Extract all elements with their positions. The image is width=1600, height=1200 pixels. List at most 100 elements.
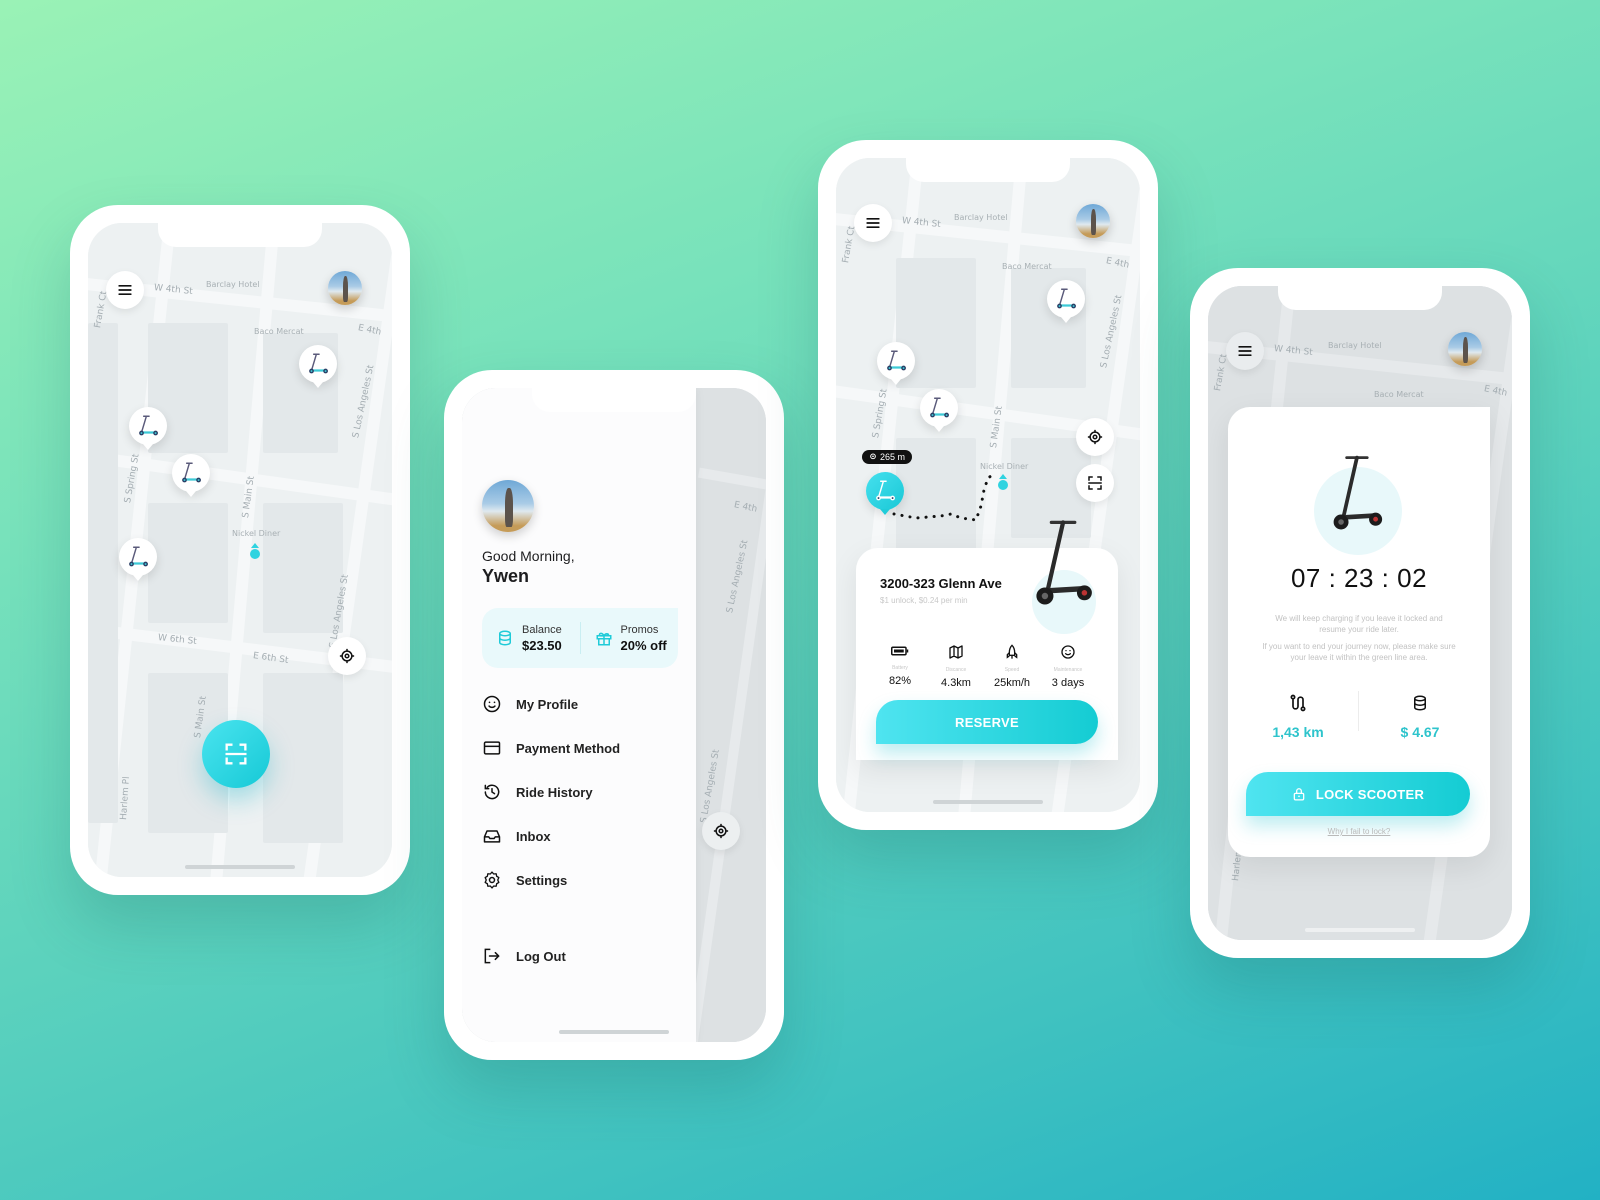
promos-value: 20% off	[620, 637, 667, 653]
scooter-pin[interactable]	[119, 538, 157, 576]
street-label: E 4th	[732, 500, 759, 515]
hamburger-icon	[115, 280, 135, 300]
ride-card: 07 : 23 : 02 We will keep charging if yo…	[1228, 407, 1490, 857]
stat-value: 3 days	[1051, 677, 1085, 689]
poi-label: Nickel Diner	[232, 529, 281, 538]
coins-icon	[1414, 695, 1426, 711]
scooter-icon	[178, 460, 204, 486]
stat-speed: Speed 25km/h	[984, 644, 1040, 689]
distance-tag: 265 m	[862, 450, 913, 464]
info-note-1: We will keep charging if you leave it lo…	[1275, 614, 1443, 634]
ride-screen: W 4th St Barclay Hotel E 4th Baco Mercat…	[1208, 286, 1512, 940]
ride-distance: 1,43 km	[1248, 693, 1348, 740]
wallet-summary: Balance $23.50 Promos 20% off	[482, 608, 678, 668]
drawer-avatar[interactable]	[482, 480, 534, 532]
poi-label: Barclay Hotel	[1328, 341, 1382, 350]
rocket-icon	[1006, 644, 1018, 659]
menu-item-payment-method[interactable]: Payment Method	[482, 738, 620, 758]
stat-caption: Discance	[945, 667, 967, 673]
map-icon	[949, 645, 963, 659]
menu-item-label: Inbox	[516, 828, 551, 844]
scooter-pin[interactable]	[129, 407, 167, 445]
phone-map-screen: W 4th St Barclay Hotel E 4th Baco Mercat…	[70, 205, 410, 895]
reserve-button[interactable]: RESERVE	[876, 700, 1098, 744]
locate-me-button[interactable]	[1076, 418, 1114, 456]
notch	[906, 158, 1070, 182]
scan-button[interactable]	[1076, 464, 1114, 502]
scooter-icon	[883, 348, 909, 374]
scooter-icon	[926, 395, 952, 421]
scooter-detail-card: 3200-323 Glenn Ave $1 unlock, $0.24 per …	[856, 548, 1118, 760]
lock-icon	[1293, 788, 1305, 801]
card-icon	[483, 741, 501, 755]
inbox-icon	[483, 830, 501, 843]
balance-cell[interactable]: Balance $23.50	[482, 624, 580, 653]
logout-icon	[484, 948, 500, 964]
menu-button[interactable]	[854, 204, 892, 242]
stat-battery: Battery 82%	[872, 644, 928, 687]
why-fail-to-lock-link[interactable]: Why I fail to lock?	[1228, 827, 1490, 836]
user-location-dot	[998, 474, 1008, 490]
route-icon	[1290, 694, 1306, 712]
menu-item-label: Payment Method	[516, 740, 621, 756]
crosshair-icon	[712, 822, 730, 840]
notch	[1278, 286, 1442, 310]
logout-label: Log Out	[516, 948, 566, 964]
menu-screen: E 4th S Los Angeles St S Los Angeles St …	[462, 388, 766, 1042]
lock-scooter-label: LOCK SCOOTER	[1315, 786, 1425, 802]
ride-timer: 07 : 23 : 02	[1290, 563, 1428, 593]
promos-cell[interactable]: Promos 20% off	[581, 624, 679, 653]
lock-scooter-button[interactable]: LOCK SCOOTER	[1246, 772, 1470, 816]
menu-button[interactable]	[106, 271, 144, 309]
scooter-pin[interactable]	[920, 389, 958, 427]
stat-distance: Discance 4.3km	[928, 644, 984, 689]
home-indicator	[1305, 928, 1415, 932]
stat-caption: Maintenance	[1053, 667, 1083, 673]
menu-item-inbox[interactable]: Inbox	[482, 826, 551, 846]
menu-item-my-profile[interactable]: My Profile	[482, 694, 578, 714]
street-label: E 4th	[356, 323, 383, 338]
coins-icon	[499, 630, 511, 646]
avatar[interactable]	[1448, 332, 1482, 366]
stat-maintenance: Maintenance 3 days	[1040, 644, 1096, 689]
pricing-text: $1 unlock, $0.24 per min	[880, 596, 968, 605]
notch	[532, 388, 696, 412]
menu-item-settings[interactable]: Settings	[482, 870, 567, 890]
selected-scooter-pin[interactable]	[866, 472, 904, 510]
side-drawer: Good Morning, Ywen Balance $23.50 Promos…	[462, 388, 696, 1042]
menu-button[interactable]	[1226, 332, 1264, 370]
scooter-pin[interactable]	[877, 342, 915, 380]
scooter-icon	[305, 351, 331, 377]
scooter-pin[interactable]	[1047, 280, 1085, 318]
street-label: E 4th	[1104, 256, 1131, 271]
promos-label: Promos	[620, 623, 659, 636]
phone-ride-screen: W 4th St Barclay Hotel E 4th Baco Mercat…	[1190, 268, 1530, 958]
hamburger-icon	[863, 213, 883, 233]
avatar[interactable]	[328, 271, 362, 305]
menu-item-ride-history[interactable]: Ride History	[482, 782, 593, 802]
logout-button[interactable]: Log Out	[482, 946, 566, 966]
locate-me-button[interactable]	[328, 637, 366, 675]
scooter-icon	[1053, 286, 1079, 312]
menu-item-label: Settings	[516, 872, 568, 888]
poi-label: Baco Mercat	[1002, 262, 1052, 271]
avatar[interactable]	[1076, 204, 1110, 238]
smile-icon	[1061, 645, 1075, 659]
divider	[1358, 691, 1359, 731]
home-indicator	[185, 865, 295, 869]
crosshair-icon	[338, 647, 356, 665]
phone-scooter-detail-screen: W 4th St Barclay Hotel E 4th Baco Mercat…	[818, 140, 1158, 830]
scooter-pin[interactable]	[299, 345, 337, 383]
user-name: Ywen	[482, 566, 530, 586]
stat-value: 25km/h	[993, 677, 1031, 689]
scooter-pin[interactable]	[172, 454, 210, 492]
scooter-icon	[125, 544, 151, 570]
menu-item-label: My Profile	[516, 696, 579, 712]
scan-qr-button[interactable]	[202, 720, 270, 788]
poi-label: Barclay Hotel	[954, 213, 1008, 222]
locate-me-button[interactable]	[702, 812, 740, 850]
scan-icon	[222, 740, 250, 768]
scan-icon	[1086, 474, 1104, 492]
poi-label: Baco Mercat	[1374, 390, 1424, 399]
scooter-detail-screen: W 4th St Barclay Hotel E 4th Baco Mercat…	[836, 158, 1140, 812]
